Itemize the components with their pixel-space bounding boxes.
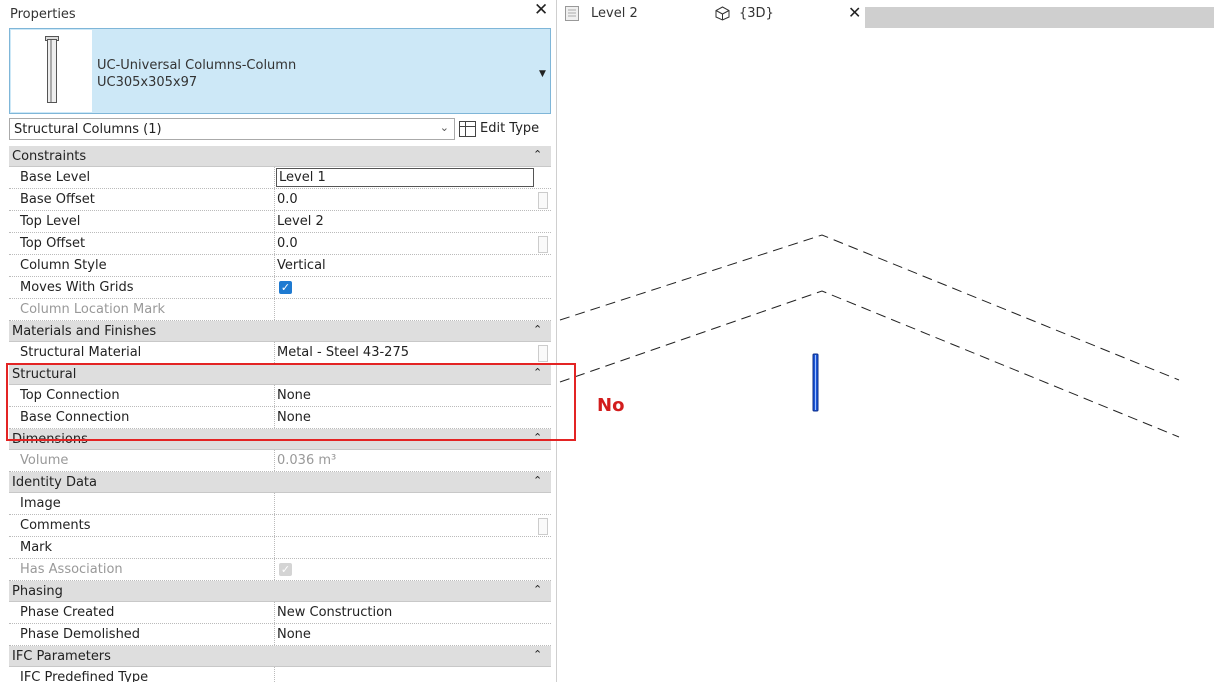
properties-title: Properties — [10, 7, 76, 22]
annotation-highlight-box — [6, 363, 576, 441]
edit-type-button[interactable]: Edit Type — [455, 118, 551, 140]
property-row-base-level[interactable]: Base Level Level 1 — [9, 167, 551, 189]
group-header-ifc-parameters[interactable]: IFC Parameters ⌃ — [9, 646, 551, 667]
property-row-mark[interactable]: Mark — [9, 537, 551, 559]
edit-type-label: Edit Type — [480, 121, 540, 136]
collapse-icon[interactable]: ⌃ — [533, 474, 542, 487]
3d-view-icon — [715, 6, 730, 21]
base-offset-value[interactable]: 0.0 — [277, 192, 298, 207]
chevron-down-icon: ⌄ — [439, 121, 449, 134]
column-preview-icon — [11, 30, 92, 112]
property-row-image[interactable]: Image — [9, 493, 551, 515]
property-row-moves-with-grids[interactable]: Moves With Grids ✓ — [9, 277, 551, 299]
collapse-icon[interactable]: ⌃ — [533, 148, 542, 161]
property-row-top-level[interactable]: Top Level Level 2 — [9, 211, 551, 233]
property-row-volume: Volume 0.036 m³ — [9, 450, 551, 472]
collapse-icon[interactable]: ⌃ — [533, 583, 542, 596]
group-header-constraints[interactable]: Constraints ⌃ — [9, 146, 551, 167]
properties-title-bar: Properties — [0, 5, 556, 27]
property-row-comments[interactable]: Comments — [9, 515, 551, 537]
grid-line-upper — [559, 234, 1180, 381]
type-family-name: UC-Universal Columns-Column — [97, 58, 297, 73]
param-button[interactable] — [538, 236, 548, 253]
param-button[interactable] — [538, 345, 548, 362]
param-button[interactable] — [538, 518, 548, 535]
view-tab-bar: Level 2 {3D} ✕ — [557, 0, 1214, 28]
phase-created-value[interactable]: New Construction — [277, 605, 392, 620]
type-selector[interactable]: UC-Universal Columns-Column UC305x305x97… — [9, 28, 551, 114]
instance-filter-value: Structural Columns (1) — [14, 122, 162, 137]
property-row-has-association: Has Association ✓ — [9, 559, 551, 581]
instance-filter-dropdown[interactable]: Structural Columns (1) ⌄ — [9, 118, 455, 140]
property-row-structural-material[interactable]: Structural Material Metal - Steel 43-275 — [9, 342, 551, 364]
type-name: UC305x305x97 — [97, 75, 198, 90]
property-row-ifc-predefined-type[interactable]: IFC Predefined Type — [9, 667, 551, 682]
tab-label: Level 2 — [591, 6, 638, 21]
edit-type-icon — [459, 121, 476, 137]
tab-label: {3D} — [739, 6, 774, 21]
collapse-icon[interactable]: ⌃ — [533, 323, 542, 336]
moves-with-grids-checkbox[interactable]: ✓ — [279, 281, 292, 294]
column-style-value[interactable]: Vertical — [277, 258, 326, 273]
properties-panel: Properties ✕ UC-Universal Columns-Column… — [0, 0, 557, 682]
3d-view-drawing — [559, 234, 1180, 438]
property-row-phase-demolished[interactable]: Phase Demolished None — [9, 624, 551, 646]
structural-material-value[interactable]: Metal - Steel 43-275 — [277, 345, 409, 360]
group-header-identity-data[interactable]: Identity Data ⌃ — [9, 472, 551, 493]
3d-view-canvas[interactable] — [557, 28, 1214, 682]
property-row-phase-created[interactable]: Phase Created New Construction — [9, 602, 551, 624]
group-header-materials[interactable]: Materials and Finishes ⌃ — [9, 321, 551, 342]
close-icon[interactable]: ✕ — [848, 3, 861, 22]
has-association-checkbox: ✓ — [279, 563, 292, 576]
chevron-down-icon[interactable]: ▼ — [539, 69, 546, 79]
property-row-top-offset[interactable]: Top Offset 0.0 — [9, 233, 551, 255]
property-row-column-location-mark: Column Location Mark — [9, 299, 551, 321]
base-level-input[interactable]: Level 1 — [276, 168, 534, 187]
phase-demolished-value[interactable]: None — [277, 627, 311, 642]
property-row-column-style[interactable]: Column Style Vertical — [9, 255, 551, 277]
collapse-icon[interactable]: ⌃ — [533, 648, 542, 661]
close-icon[interactable]: ✕ — [534, 0, 548, 20]
top-offset-value[interactable]: 0.0 — [277, 236, 298, 251]
volume-value: 0.036 m³ — [277, 453, 337, 468]
tab-bar-empty-area — [865, 7, 1214, 28]
grid-line-lower — [559, 290, 1180, 438]
group-header-phasing[interactable]: Phasing ⌃ — [9, 581, 551, 602]
floor-plan-icon — [565, 6, 579, 21]
property-row-base-offset[interactable]: Base Offset 0.0 — [9, 189, 551, 211]
param-button[interactable] — [538, 192, 548, 209]
annotation-note: No — [597, 395, 625, 416]
top-level-value[interactable]: Level 2 — [277, 214, 324, 229]
